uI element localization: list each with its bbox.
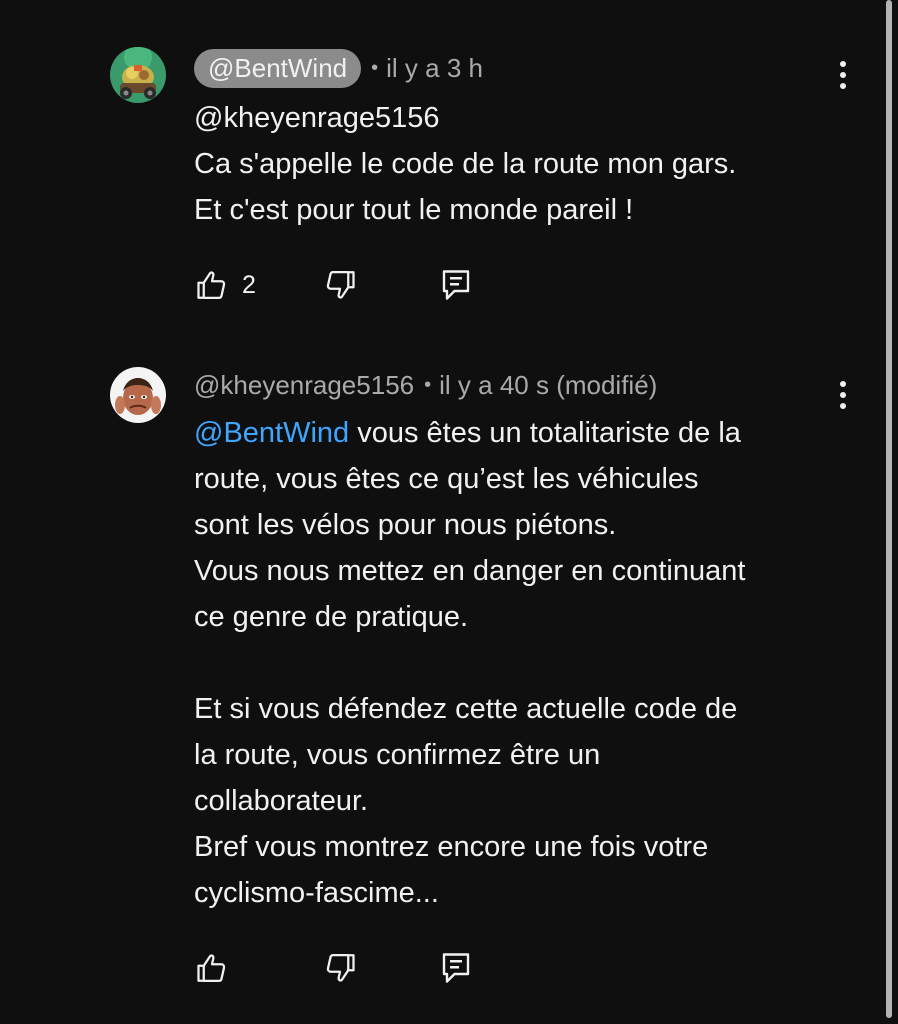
timestamp: il y a 40 s (modifié)	[439, 369, 658, 400]
thumbs-up-icon	[197, 954, 226, 983]
comment-line: Et si vous défendez cette actuelle code …	[194, 693, 738, 725]
avatar[interactable]	[110, 47, 166, 103]
comment-line: Bref vous montrez encore une fois votre	[194, 831, 709, 863]
comment-line: sont les vélos pour nous piétons.	[194, 509, 617, 541]
dislike-button[interactable]	[322, 948, 358, 988]
comment-line-rest: vous êtes un totalitariste de la	[349, 417, 741, 449]
thumbs-down-icon	[326, 270, 355, 299]
avatar-bentwind-image	[110, 47, 166, 103]
avatar[interactable]	[110, 367, 166, 423]
reply-button[interactable]	[438, 948, 474, 988]
like-button[interactable]	[194, 948, 230, 988]
dislike-button[interactable]	[322, 265, 358, 305]
separator-dot: •	[424, 373, 432, 396]
like-button[interactable]: 2	[194, 265, 256, 305]
thumbs-down-icon	[326, 953, 355, 982]
separator-dot: •	[371, 56, 379, 79]
comment-line: collaborateur.	[194, 785, 369, 817]
scrollbar[interactable]	[886, 0, 892, 1018]
more-options-button[interactable]	[832, 55, 854, 95]
comment-line: route, vous êtes ce qu’est les véhicules	[194, 463, 699, 495]
avatar-kheyenrage-image	[110, 367, 166, 423]
more-vert-icon	[840, 61, 846, 89]
comment-line-blank	[194, 640, 854, 686]
reply-icon	[442, 270, 470, 300]
author-name[interactable]: @kheyenrage5156	[194, 370, 414, 401]
comment-text: @kheyenrage5156 Ca s'appelle le code de …	[194, 95, 854, 233]
reply-button[interactable]	[438, 265, 474, 305]
comment-line: Vous nous mettez en danger en continuant	[194, 555, 746, 587]
like-count: 2	[242, 270, 256, 299]
comment-text: @BentWind vous êtes un totalitariste de …	[194, 410, 854, 916]
comment-header: @kheyenrage5156 • il y a 40 s (modifié)	[194, 365, 657, 405]
comment-actions: 2	[194, 265, 514, 305]
comment-line: Ca s'appelle le code de la route mon gar…	[194, 148, 737, 180]
comment-line: @kheyenrage5156	[194, 102, 440, 134]
more-vert-icon	[840, 381, 846, 409]
comment-line: Et c'est pour tout le monde pareil !	[194, 194, 634, 226]
author-name-pill[interactable]: @BentWind	[194, 48, 362, 88]
thumbs-up-icon	[197, 271, 226, 300]
comment-line: la route, vous confirmez être un	[194, 739, 601, 771]
comment-line: ce genre de pratique.	[194, 601, 469, 633]
comment-line: cyclismo-fascime...	[194, 877, 439, 909]
comment-line: @BentWind vous êtes un totalitariste de …	[194, 410, 854, 456]
timestamp: il y a 3 h	[386, 52, 483, 83]
more-options-button[interactable]	[832, 375, 854, 415]
mention-link[interactable]: @BentWind	[194, 417, 349, 449]
reply-icon	[442, 953, 470, 983]
comment-header: @BentWind • il y a 3 h	[194, 48, 483, 88]
comment-actions	[194, 948, 514, 988]
